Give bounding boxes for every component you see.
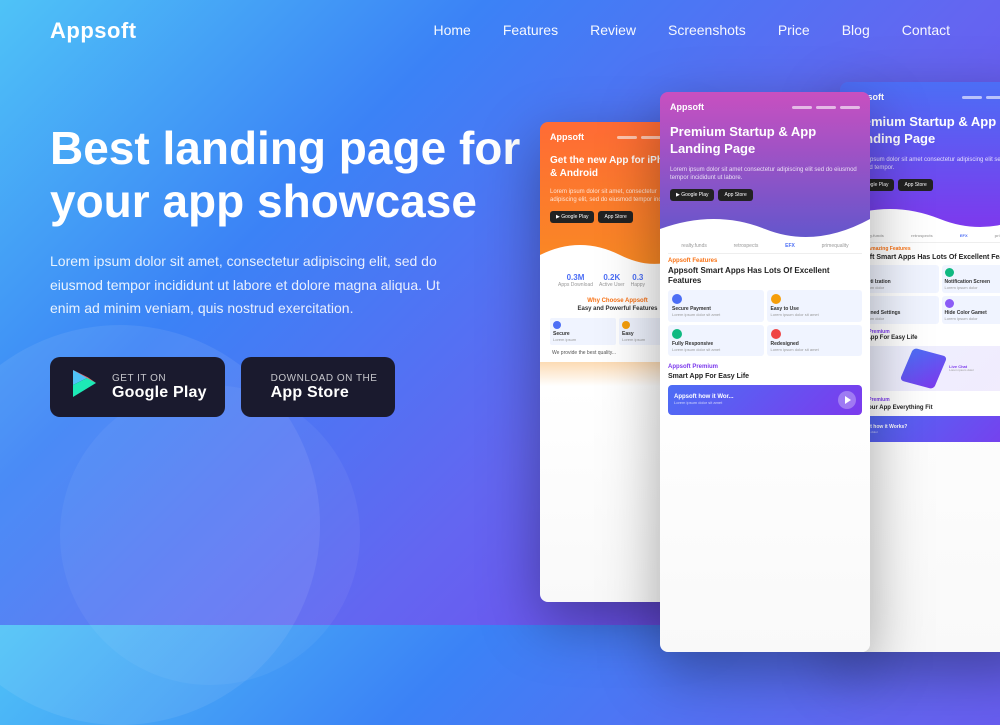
card3-section3-title: Make Your App Everything Fit (848, 405, 1000, 413)
nav-contact[interactable]: Contact (902, 22, 950, 38)
screenshot-card-2: Appsoft Premium Startup & App Landing Pa… (660, 92, 870, 652)
screenshots-area: Appsoft Get the new App for iPhone & And… (530, 92, 950, 652)
card2-logo: Appsoft (670, 102, 704, 112)
card2-section-title: Appsoft Smart Apps Has Lots Of Excellent… (668, 266, 862, 287)
card2-title: Premium Startup & App Landing Page (660, 118, 870, 164)
stat-happy-label: Happy (631, 282, 645, 288)
card3-appstore: App Store (898, 179, 932, 191)
stat-users: 0.2K (599, 273, 625, 282)
nav-links: Home Features Review Screenshots Price B… (433, 22, 950, 40)
card3-section-title: Appsoft Smart Apps Has Lots Of Excellent… (848, 253, 1000, 262)
google-play-icon (68, 367, 100, 407)
hero-description: Lorem ipsum dolor sit amet, consectetur … (50, 250, 450, 321)
stat-downloads-label: Apps Download (558, 282, 593, 288)
nav-screenshots[interactable]: Screenshots (668, 22, 746, 38)
nav-home[interactable]: Home (433, 22, 470, 38)
nav-blog[interactable]: Blog (842, 22, 870, 38)
card3-section3-label: Appsoft Premium (848, 395, 1000, 405)
nav-price[interactable]: Price (778, 22, 810, 38)
app-store-text: Download on the App Store (271, 373, 378, 402)
card2-section-label: Appsoft Features (668, 254, 862, 266)
card1-logo: Appsoft (550, 132, 584, 142)
hero-content: Best landing page for your app showcase … (50, 92, 530, 417)
card2-section2-label: Appsoft Premium (668, 362, 862, 372)
nav-review[interactable]: Review (590, 22, 636, 38)
card2-subtitle: Lorem ipsum dolor sit amet consectetur a… (660, 164, 870, 189)
card3-section-label: Explore Amazing Features (848, 243, 1000, 253)
google-play-mainlabel: Google Play (112, 384, 207, 402)
hero-section: Best landing page for your app showcase … (0, 62, 1000, 627)
app-store-sublabel: Download on the (271, 373, 378, 384)
card2-section2-title: Smart App For Easy Life (668, 372, 862, 381)
store-buttons: GET IT ON Google Play Download on the Ap… (50, 357, 530, 417)
card1-appstore: App Store (598, 211, 632, 223)
brand-logo: Appsoft (50, 18, 137, 44)
nav-features[interactable]: Features (503, 22, 558, 38)
card2-appstore: App Store (718, 189, 752, 201)
stat-downloads: 0.3M (558, 273, 593, 282)
card2-store-btns: ▶ Google Play App Store (660, 189, 870, 209)
card2-gplay: ▶ Google Play (670, 189, 714, 201)
stat-users-label: Active User (599, 282, 625, 288)
google-play-sublabel: GET IT ON (112, 373, 207, 384)
card2-nav (792, 106, 860, 109)
navbar: Appsoft Home Features Review Screenshots… (0, 0, 1000, 62)
card3-section2-title: Smart App For Easy Life (848, 335, 1000, 343)
stat-happy: 0.3 (631, 273, 645, 282)
card1-gplay: ▶ Google Play (550, 211, 594, 223)
hero-title: Best landing page for your app showcase (50, 122, 530, 228)
google-play-button[interactable]: GET IT ON Google Play (50, 357, 225, 417)
app-store-button[interactable]: Download on the App Store (241, 357, 396, 417)
app-store-mainlabel: App Store (271, 384, 378, 402)
google-play-text: GET IT ON Google Play (112, 373, 207, 402)
card3-nav (962, 96, 1000, 99)
